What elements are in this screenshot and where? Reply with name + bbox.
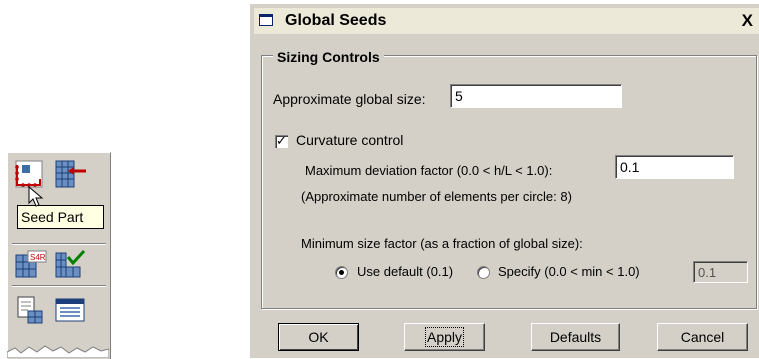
assign-element-type-button[interactable]: S4R (12, 247, 48, 281)
title-bar[interactable]: Global Seeds X (254, 8, 759, 34)
toolbox-separator (12, 285, 106, 287)
use-default-label: Use default (0.1) (357, 264, 454, 279)
global-seeds-dialog: Global Seeds X Sizing Controls Approxima… (250, 4, 759, 358)
mouse-cursor-icon (28, 186, 44, 207)
tooltip: Seed Part (17, 205, 104, 229)
global-size-label: Approximate global size: (273, 91, 426, 107)
curvature-control-label: Curvature control (296, 132, 404, 148)
curvature-control-checkbox[interactable]: ✓ (275, 133, 288, 148)
global-size-input[interactable] (450, 84, 622, 108)
min-size-label: Minimum size factor (as a fraction of gl… (301, 236, 583, 251)
toolbox-separator (12, 243, 106, 245)
specify-label: Specify (0.0 < min < 1.0) (498, 264, 640, 279)
window-icon (259, 14, 273, 26)
verify-mesh-icon (55, 249, 86, 278)
deviation-factor-input[interactable] (615, 155, 734, 179)
close-icon[interactable]: X (742, 11, 753, 31)
specify-value-input[interactable] (693, 261, 748, 283)
deviation-factor-label: Maximum deviation factor (0.0 < h/L < 1.… (305, 163, 553, 178)
mesh-toolbox: S4R (7, 152, 111, 359)
torn-edge-decoration (7, 345, 109, 358)
apply-button[interactable]: Apply (404, 323, 485, 351)
ok-button[interactable]: OK (278, 323, 359, 351)
mesh-part-icon (17, 296, 43, 324)
dialog-title: Global Seeds (285, 12, 387, 29)
svg-text:S4R: S4R (30, 253, 46, 262)
specify-radio[interactable] (477, 266, 490, 279)
seed-edge-button[interactable] (52, 157, 88, 191)
use-default-radio[interactable] (335, 266, 348, 279)
defaults-button[interactable]: Defaults (531, 323, 620, 351)
cancel-button[interactable]: Cancel (657, 323, 748, 351)
mesh-part-button[interactable] (12, 293, 48, 327)
group-label: Sizing Controls (273, 49, 384, 65)
radio-selected-dot (339, 270, 344, 275)
verify-mesh-button[interactable] (52, 247, 88, 281)
seed-edge-icon (55, 160, 86, 188)
assign-element-type-icon: S4R (15, 250, 47, 278)
apply-button-label: Apply (424, 327, 465, 347)
mesh-controls-button[interactable] (52, 293, 88, 327)
mesh-controls-icon (55, 298, 85, 322)
elements-per-circle-note: (Approximate number of elements per circ… (301, 189, 572, 204)
checkmark-icon: ✓ (276, 133, 287, 148)
